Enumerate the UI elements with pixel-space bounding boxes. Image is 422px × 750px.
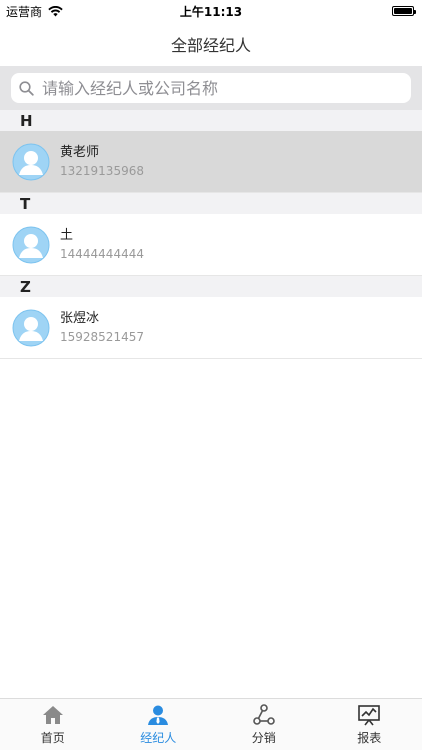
tab-agents-label: 经纪人: [140, 731, 177, 745]
agent-name: 土: [60, 227, 74, 243]
list-item-text: 土 14444444444: [60, 227, 144, 263]
home-icon: [42, 706, 63, 724]
tab-home-label: 首页: [40, 731, 65, 745]
search-icon: [19, 80, 34, 96]
list-item[interactable]: 张煜冰 15928521457: [0, 297, 422, 359]
list-item-text: 黄老师 13219135968: [60, 144, 144, 180]
tab-bar: 首页 经纪人 分销 报表: [0, 698, 422, 750]
battery-icon: [392, 6, 416, 16]
chart-icon: [358, 705, 381, 726]
search-input[interactable]: [40, 77, 384, 99]
share-icon: [252, 704, 275, 725]
agent-phone: 14444444444: [60, 246, 144, 261]
avatar-icon: [12, 226, 50, 263]
agent-phone: 13219135968: [60, 163, 144, 178]
section-header-h: H: [0, 110, 422, 131]
list-item[interactable]: 黄老师 13219135968: [0, 131, 422, 193]
tab-home[interactable]: 首页: [0, 699, 106, 750]
list-item-text: 张煜冰 15928521457: [60, 310, 144, 346]
agent-name: 张煜冰: [60, 310, 100, 326]
agent-name: 黄老师: [60, 144, 100, 160]
avatar-icon: [12, 143, 50, 180]
section-header-z: Z: [0, 276, 422, 297]
status-bar: 运营商 上午11:13: [0, 0, 422, 22]
section-header-t: T: [0, 193, 422, 214]
agent-phone: 15928521457: [60, 329, 144, 344]
person-icon: [148, 705, 169, 725]
status-time: 上午11:13: [179, 4, 243, 19]
search-box[interactable]: [11, 73, 411, 103]
tab-reports-label: 报表: [357, 731, 382, 745]
tab-reports[interactable]: 报表: [317, 699, 422, 750]
avatar-icon: [12, 309, 50, 346]
search-bar: [0, 66, 422, 110]
list-item[interactable]: 土 14444444444: [0, 214, 422, 276]
agent-list: H 黄老师 13219135968 T 土 14444444444 Z 张煜冰 …: [0, 110, 422, 359]
tab-distribution-label: 分销: [251, 731, 276, 745]
tab-distribution[interactable]: 分销: [211, 699, 317, 750]
tab-agents[interactable]: 经纪人: [106, 699, 212, 750]
page-title: 全部经纪人: [170, 36, 251, 55]
